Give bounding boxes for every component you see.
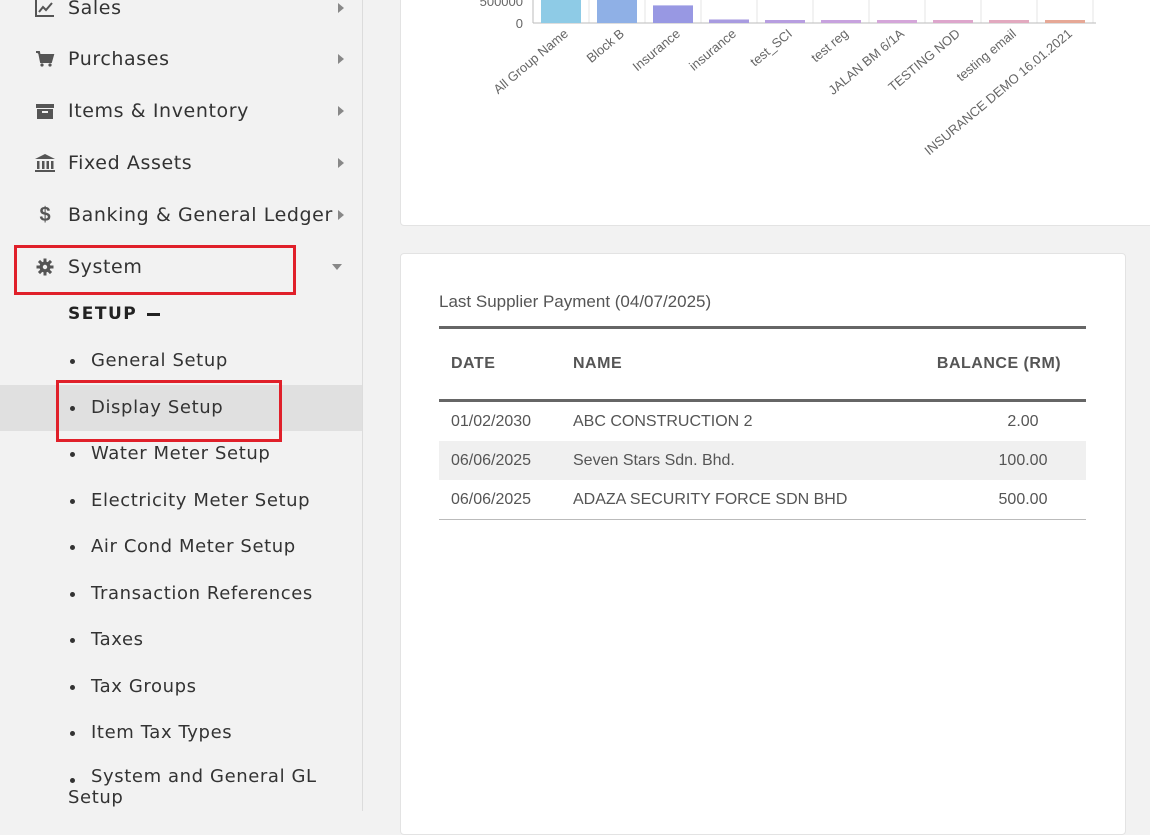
chevron-right-icon: [338, 158, 344, 168]
chevron-right-icon: [338, 106, 344, 116]
bullet-icon: [70, 359, 75, 364]
sidebar-item-purchases[interactable]: Purchases: [0, 33, 362, 85]
collapse-minus-icon: [147, 312, 161, 316]
chevron-right-icon: [338, 54, 344, 64]
table-row: 06/06/2025 Seven Stars Sdn. Bhd. 100.00: [439, 441, 1086, 480]
sidebar-subitem-air-cond-meter-setup[interactable]: Air Cond Meter Setup: [0, 524, 362, 570]
cell-balance: 100.00: [998, 451, 1048, 469]
bullet-icon: [70, 638, 75, 643]
column-header-balance: BALANCE (RM): [936, 355, 1062, 372]
bar[interactable]: [1045, 20, 1085, 23]
cell-name: Seven Stars Sdn. Bhd.: [573, 451, 735, 469]
sidebar-item-fixed-assets[interactable]: Fixed Assets: [0, 137, 362, 189]
sidebar-subitem-label: Display Setup: [91, 397, 224, 418]
sidebar-subitem-label-continued: Setup: [68, 787, 124, 808]
archive-icon: [34, 100, 56, 122]
sidebar-subitem-label: System and General GL: [91, 766, 317, 787]
x-tick-label: All Group Name: [490, 26, 570, 97]
x-tick-label: Block B: [584, 26, 627, 66]
bullet-icon: [70, 685, 75, 690]
sidebar-subitem-label: Item Tax Types: [91, 722, 233, 743]
chart-line-icon: [34, 0, 56, 19]
bullet-icon: [70, 406, 75, 411]
bullet-icon: [70, 592, 75, 597]
sidebar-subitem-label: Electricity Meter Setup: [91, 490, 311, 511]
sidebar-item-label: Fixed Assets: [68, 152, 193, 174]
supplier-payment-table: DATE NAME BALANCE (RM) 01/02/2030 ABC CO…: [439, 326, 1086, 520]
sidebar-subitem-taxes[interactable]: Taxes: [0, 617, 362, 663]
bullet-icon: [70, 499, 75, 504]
sidebar-item-banking-general-ledger[interactable]: $ Banking & General Ledger: [0, 189, 362, 241]
bullet-icon: [70, 731, 75, 736]
table-header-row: DATE NAME BALANCE (RM): [439, 327, 1086, 401]
bank-icon: [34, 152, 56, 174]
sidebar-subitem-display-setup[interactable]: Display Setup: [0, 385, 362, 431]
bar[interactable]: [597, 0, 637, 23]
sidebar-subitem-electricity-meter-setup[interactable]: Electricity Meter Setup: [0, 478, 362, 524]
bar[interactable]: [821, 20, 861, 23]
group-bar-chart: 0 500000 All Group Name Block B Insurance ins…: [480, 0, 1096, 158]
sidebar-subitem-general-setup[interactable]: General Setup: [0, 338, 362, 384]
sidebar-item-system[interactable]: System: [0, 241, 362, 293]
dollar-icon: $: [39, 203, 51, 226]
sidebar-subitem-label: General Setup: [91, 350, 228, 371]
column-header-name: NAME: [573, 355, 623, 372]
sidebar-item-label: Purchases: [68, 48, 170, 70]
sidebar-item-label: Items & Inventory: [68, 100, 249, 122]
setup-section-toggle[interactable]: SETUP: [68, 304, 161, 324]
x-tick-label: Insurance: [630, 26, 683, 74]
sidebar-subitem-item-tax-types[interactable]: Item Tax Types: [0, 710, 362, 756]
cell-name: ABC CONSTRUCTION 2: [573, 412, 753, 430]
sidebar-item-items-inventory[interactable]: Items & Inventory: [0, 85, 362, 137]
bullet-icon: [70, 452, 75, 457]
sidebar-item-label: Sales: [68, 0, 122, 19]
last-supplier-payment-card: Last Supplier Payment (04/07/2025) DATE …: [400, 253, 1126, 835]
bar[interactable]: [709, 19, 749, 23]
sidebar-subitem-transaction-references[interactable]: Transaction References: [0, 571, 362, 617]
sidebar: Sales Purchases Items & Inventory Fixed …: [0, 0, 363, 811]
y-tick-label: 500000: [480, 0, 523, 9]
column-header-date: DATE: [451, 355, 496, 372]
chevron-right-icon: [338, 210, 344, 220]
sidebar-subitem-label: Taxes: [91, 629, 144, 650]
bar[interactable]: [989, 20, 1029, 23]
sidebar-subitem-label: Water Meter Setup: [91, 443, 271, 464]
cell-date: 06/06/2025: [451, 451, 532, 469]
bar[interactable]: [933, 20, 973, 23]
bullet-icon: [70, 778, 75, 783]
bar[interactable]: [877, 20, 917, 23]
x-tick-label: test reg: [808, 26, 851, 65]
bullet-icon: [70, 545, 75, 550]
cell-balance: 2.00: [1007, 412, 1039, 430]
sidebar-item-sales[interactable]: Sales: [0, 0, 362, 34]
y-tick-label: 0: [516, 16, 523, 31]
cell-date: 06/06/2025: [451, 490, 532, 508]
table-row: 06/06/2025 ADAZA SECURITY FORCE SDN BHD …: [439, 480, 1086, 520]
sidebar-item-label: System: [68, 256, 143, 278]
sidebar-subitem-system-general-gl-setup[interactable]: System and General GL Setup: [0, 757, 362, 811]
bar[interactable]: [765, 20, 805, 23]
x-tick-label: test_SCI: [747, 26, 795, 70]
chevron-down-icon: [332, 264, 342, 270]
x-tick-label: insurance: [686, 26, 739, 74]
cell-balance: 500.00: [998, 490, 1048, 508]
table-row: 01/02/2030 ABC CONSTRUCTION 2 2.00: [439, 401, 1086, 442]
chevron-right-icon: [338, 3, 344, 13]
cell-name: ADAZA SECURITY FORCE SDN BHD: [573, 490, 848, 508]
sidebar-item-label: Banking & General Ledger: [68, 204, 333, 226]
setup-heading: SETUP: [68, 304, 138, 324]
group-chart-card: 0 500000 All Group Name Block B Insurance ins…: [400, 0, 1150, 226]
sidebar-subitem-label: Air Cond Meter Setup: [91, 536, 296, 557]
gear-icon: [34, 256, 56, 278]
bar[interactable]: [653, 5, 693, 23]
sidebar-subitem-label: Transaction References: [91, 583, 313, 604]
bar[interactable]: [541, 0, 581, 23]
card-title: Last Supplier Payment (04/07/2025): [439, 292, 712, 311]
cell-date: 01/02/2030: [451, 412, 532, 430]
shopping-cart-icon: [34, 48, 56, 70]
sidebar-subitem-label: Tax Groups: [91, 676, 197, 697]
sidebar-subitem-water-meter-setup[interactable]: Water Meter Setup: [0, 431, 362, 477]
sidebar-subitem-tax-groups[interactable]: Tax Groups: [0, 664, 362, 710]
